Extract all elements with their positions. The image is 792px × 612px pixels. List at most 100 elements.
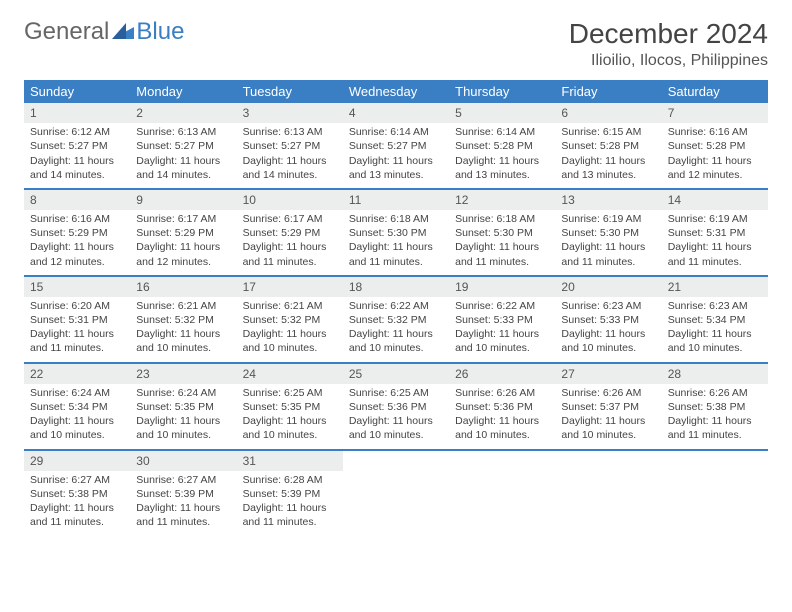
- daylight-text-2: and 10 minutes.: [455, 428, 549, 442]
- daylight-text-2: and 10 minutes.: [136, 341, 230, 355]
- daylight-text: Daylight: 11 hours: [243, 501, 337, 515]
- day-number-cell: [343, 450, 449, 471]
- day-detail-cell: Sunrise: 6:24 AMSunset: 5:35 PMDaylight:…: [130, 384, 236, 450]
- day-detail-cell: Sunrise: 6:23 AMSunset: 5:34 PMDaylight:…: [662, 297, 768, 363]
- daylight-text-2: and 10 minutes.: [561, 428, 655, 442]
- sunrise-text: Sunrise: 6:18 AM: [455, 212, 549, 226]
- day-number-cell: [662, 450, 768, 471]
- sunset-text: Sunset: 5:30 PM: [561, 226, 655, 240]
- day-number-cell: 21: [662, 276, 768, 297]
- day-number-cell: 3: [237, 103, 343, 123]
- day-number-cell: 8: [24, 189, 130, 210]
- sunrise-text: Sunrise: 6:24 AM: [136, 386, 230, 400]
- daylight-text: Daylight: 11 hours: [30, 414, 124, 428]
- daylight-text-2: and 11 minutes.: [243, 515, 337, 529]
- location-text: Ilioilio, Ilocos, Philippines: [569, 52, 768, 70]
- daylight-text-2: and 10 minutes.: [136, 428, 230, 442]
- day-detail-cell: Sunrise: 6:24 AMSunset: 5:34 PMDaylight:…: [24, 384, 130, 450]
- day-number-cell: 29: [24, 450, 130, 471]
- sunset-text: Sunset: 5:29 PM: [136, 226, 230, 240]
- sunrise-text: Sunrise: 6:28 AM: [243, 473, 337, 487]
- daylight-text: Daylight: 11 hours: [455, 240, 549, 254]
- day-detail-cell: Sunrise: 6:27 AMSunset: 5:39 PMDaylight:…: [130, 471, 236, 536]
- day-number-cell: 14: [662, 189, 768, 210]
- day-number-cell: [449, 450, 555, 471]
- sunrise-text: Sunrise: 6:25 AM: [349, 386, 443, 400]
- daylight-text: Daylight: 11 hours: [349, 414, 443, 428]
- daylight-text-2: and 11 minutes.: [30, 515, 124, 529]
- sunrise-text: Sunrise: 6:18 AM: [349, 212, 443, 226]
- daylight-text-2: and 12 minutes.: [668, 168, 762, 182]
- sunset-text: Sunset: 5:30 PM: [455, 226, 549, 240]
- sunset-text: Sunset: 5:29 PM: [30, 226, 124, 240]
- sunset-text: Sunset: 5:31 PM: [30, 313, 124, 327]
- daylight-text: Daylight: 11 hours: [349, 240, 443, 254]
- sunset-text: Sunset: 5:35 PM: [136, 400, 230, 414]
- daylight-text: Daylight: 11 hours: [136, 501, 230, 515]
- sunrise-text: Sunrise: 6:22 AM: [349, 299, 443, 313]
- logo-text-1: General: [24, 18, 109, 46]
- sunrise-text: Sunrise: 6:17 AM: [136, 212, 230, 226]
- sunrise-text: Sunrise: 6:25 AM: [243, 386, 337, 400]
- daylight-text: Daylight: 11 hours: [30, 501, 124, 515]
- day-header: Friday: [555, 80, 661, 103]
- daylight-text-2: and 11 minutes.: [30, 341, 124, 355]
- daylight-text-2: and 10 minutes.: [561, 341, 655, 355]
- daylight-text-2: and 13 minutes.: [349, 168, 443, 182]
- sunrise-text: Sunrise: 6:14 AM: [455, 125, 549, 139]
- sunrise-text: Sunrise: 6:20 AM: [30, 299, 124, 313]
- day-detail-cell: Sunrise: 6:26 AMSunset: 5:37 PMDaylight:…: [555, 384, 661, 450]
- day-detail-cell: Sunrise: 6:27 AMSunset: 5:38 PMDaylight:…: [24, 471, 130, 536]
- sunset-text: Sunset: 5:28 PM: [561, 139, 655, 153]
- daylight-text-2: and 10 minutes.: [243, 428, 337, 442]
- daylight-text: Daylight: 11 hours: [243, 414, 337, 428]
- sunset-text: Sunset: 5:39 PM: [136, 487, 230, 501]
- day-number-cell: 5: [449, 103, 555, 123]
- daylight-text: Daylight: 11 hours: [668, 154, 762, 168]
- sunrise-text: Sunrise: 6:14 AM: [349, 125, 443, 139]
- day-number-cell: 28: [662, 363, 768, 384]
- day-detail-cell: Sunrise: 6:13 AMSunset: 5:27 PMDaylight:…: [237, 123, 343, 189]
- daylight-text-2: and 10 minutes.: [349, 428, 443, 442]
- sunrise-text: Sunrise: 6:23 AM: [668, 299, 762, 313]
- logo-mark-icon: [112, 18, 134, 46]
- daylight-text: Daylight: 11 hours: [349, 154, 443, 168]
- daylight-text: Daylight: 11 hours: [136, 154, 230, 168]
- daylight-text: Daylight: 11 hours: [243, 327, 337, 341]
- day-header: Sunday: [24, 80, 130, 103]
- sunrise-text: Sunrise: 6:21 AM: [136, 299, 230, 313]
- sunset-text: Sunset: 5:28 PM: [668, 139, 762, 153]
- sunset-text: Sunset: 5:27 PM: [136, 139, 230, 153]
- sunrise-text: Sunrise: 6:26 AM: [561, 386, 655, 400]
- sunset-text: Sunset: 5:31 PM: [668, 226, 762, 240]
- day-detail-cell: Sunrise: 6:15 AMSunset: 5:28 PMDaylight:…: [555, 123, 661, 189]
- day-detail-cell: Sunrise: 6:14 AMSunset: 5:27 PMDaylight:…: [343, 123, 449, 189]
- daylight-text: Daylight: 11 hours: [561, 414, 655, 428]
- day-number-cell: 16: [130, 276, 236, 297]
- daylight-text-2: and 11 minutes.: [243, 255, 337, 269]
- day-number-cell: 31: [237, 450, 343, 471]
- daylight-text: Daylight: 11 hours: [668, 327, 762, 341]
- daylight-text-2: and 10 minutes.: [243, 341, 337, 355]
- daylight-text-2: and 11 minutes.: [455, 255, 549, 269]
- daylight-text: Daylight: 11 hours: [30, 154, 124, 168]
- daylight-text-2: and 14 minutes.: [136, 168, 230, 182]
- daylight-text: Daylight: 11 hours: [136, 414, 230, 428]
- sunset-text: Sunset: 5:29 PM: [243, 226, 337, 240]
- day-detail-cell: [555, 471, 661, 536]
- daynum-row: 891011121314: [24, 189, 768, 210]
- daylight-text: Daylight: 11 hours: [349, 327, 443, 341]
- day-detail-cell: Sunrise: 6:17 AMSunset: 5:29 PMDaylight:…: [237, 210, 343, 276]
- day-detail-cell: Sunrise: 6:18 AMSunset: 5:30 PMDaylight:…: [343, 210, 449, 276]
- sunrise-text: Sunrise: 6:23 AM: [561, 299, 655, 313]
- sunrise-text: Sunrise: 6:12 AM: [30, 125, 124, 139]
- daylight-text: Daylight: 11 hours: [561, 327, 655, 341]
- sunrise-text: Sunrise: 6:16 AM: [668, 125, 762, 139]
- day-header: Tuesday: [237, 80, 343, 103]
- sunset-text: Sunset: 5:39 PM: [243, 487, 337, 501]
- day-number-cell: 1: [24, 103, 130, 123]
- day-detail-cell: [449, 471, 555, 536]
- day-number-cell: 27: [555, 363, 661, 384]
- sunrise-text: Sunrise: 6:17 AM: [243, 212, 337, 226]
- sunset-text: Sunset: 5:32 PM: [243, 313, 337, 327]
